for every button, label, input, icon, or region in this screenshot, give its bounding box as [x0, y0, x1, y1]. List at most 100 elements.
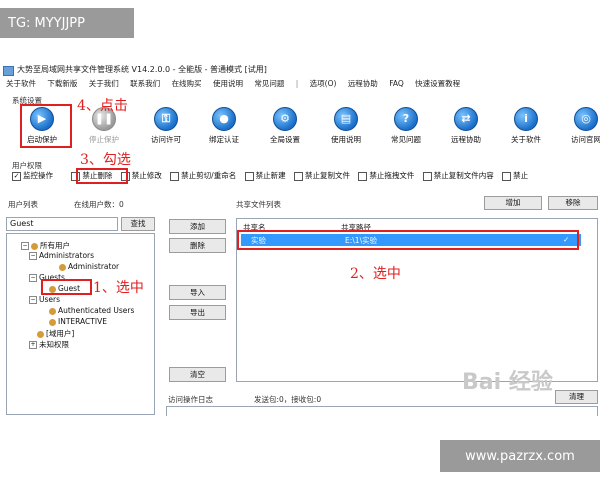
annotation-box-start [20, 104, 72, 148]
log-clear-button[interactable]: 清理 [555, 390, 598, 404]
group-icon [31, 242, 38, 250]
shared-files-label: 共享文件列表 [236, 200, 281, 209]
perm-no-cut-rename-checkbox[interactable]: 禁止剪切/重命名 [170, 170, 236, 181]
perm-no-cut-rename-label: 禁止剪切/重命名 [181, 171, 237, 180]
baidu-watermark: Bai 经验 [462, 370, 553, 395]
lock-icon: ● [212, 107, 236, 131]
user-icon [49, 318, 56, 326]
perm-no-drag-checkbox[interactable]: 禁止拖拽文件 [358, 170, 414, 181]
import-button[interactable]: 导入 [169, 285, 226, 300]
website-label-badge: www.pazrzx.com [440, 440, 600, 472]
menu-faq[interactable]: FAQ [389, 79, 404, 88]
menu-contact[interactable]: 联系我们 [130, 79, 160, 88]
checkbox-unchecked [358, 171, 368, 181]
annotation-step1: 1、选中 [93, 280, 144, 296]
expand-icon: + [29, 341, 37, 349]
tree-unknown-perm[interactable]: + 未知权限 [29, 339, 69, 350]
annotation-box-guest [41, 279, 92, 295]
info-icon: i [514, 107, 538, 131]
bind-auth-button[interactable]: ● 绑定认证 [194, 103, 254, 151]
remote-icon: ⇄ [454, 107, 478, 131]
collapse-icon: − [29, 296, 37, 304]
tree-unknown-perm-label: 未知权限 [39, 340, 69, 349]
checkbox-checked: ✓ [12, 171, 21, 181]
tree-administrator-label: Administrator [68, 262, 120, 271]
log-list [166, 406, 598, 416]
delete-user-button[interactable]: 删除 [169, 238, 226, 253]
menu-manual[interactable]: 使用说明 [213, 79, 243, 88]
checkbox-unchecked [170, 171, 180, 181]
annotation-step2: 2、选中 [350, 266, 401, 282]
perm-no-create-checkbox[interactable]: 禁止新建 [244, 170, 286, 181]
gear-icon: ⚙ [273, 107, 297, 131]
menu-faq-cn[interactable]: 常见问题 [254, 79, 284, 88]
annotation-step4: 4、点击 [77, 98, 128, 114]
menu-quick-setup[interactable]: 快速设置教程 [415, 79, 460, 88]
tree-users[interactable]: − Users [29, 295, 60, 304]
tree-administrators[interactable]: − Administrators [29, 251, 94, 260]
perm-monitor-checkbox[interactable]: ✓ 监控操作 [12, 170, 53, 181]
menu-separator: | [295, 79, 299, 88]
app-icon [3, 66, 14, 76]
menu-remote[interactable]: 远程协助 [348, 79, 378, 88]
remote-assist-button[interactable]: ⇄ 远程协助 [436, 103, 496, 151]
perm-no-copy-content-checkbox[interactable]: 禁止复制文件内容 [422, 170, 494, 181]
tree-authenticated-users[interactable]: Authenticated Users [49, 306, 134, 315]
perm-no-create-label: 禁止新建 [255, 171, 286, 180]
globe-icon: ◎ [574, 107, 598, 131]
title-bar: 大势至局域网共享文件管理系统 V14.2.0.0 - 全能版 - 普通模式 [试… [0, 64, 600, 77]
website-button[interactable]: ◎ 访问官网 [556, 103, 600, 151]
menu-about-software[interactable]: 关于软件 [6, 79, 36, 88]
tree-authenticated-users-label: Authenticated Users [58, 306, 135, 315]
perm-no-copy-label: 禁止复制文件 [304, 171, 350, 180]
menu-options[interactable]: 选项(O) [310, 79, 337, 88]
export-button[interactable]: 导出 [169, 305, 226, 320]
log-label: 访问操作日志 [168, 395, 213, 404]
search-input-value: Guest [10, 219, 34, 228]
perm-no-drag-label: 禁止拖拽文件 [369, 171, 415, 180]
menu-about-us[interactable]: 关于我们 [89, 79, 119, 88]
tree-domain-users-label: [域用户] [46, 329, 75, 338]
tree-interactive[interactable]: INTERACTIVE [49, 317, 107, 326]
search-button[interactable]: 查找 [121, 217, 155, 231]
annotation-step3: 3、勾选 [80, 152, 131, 168]
about-button[interactable]: i 关于软件 [496, 103, 556, 151]
collapse-icon: − [29, 252, 37, 260]
key-icon: ⚿ [154, 107, 178, 131]
perm-no-modify-label: 禁止修改 [131, 171, 162, 180]
clear-button[interactable]: 清空 [169, 367, 226, 382]
checkbox-unchecked [422, 171, 432, 181]
user-tree: − 所有用户 − Administrators Administrator − Gue… [6, 233, 155, 415]
faq-button[interactable]: ? 常见问题 [376, 103, 436, 151]
add-share-button[interactable]: 增加 [484, 196, 542, 210]
menu-buy[interactable]: 在线购买 [172, 79, 202, 88]
perm-no-copy-content-label: 禁止复制文件内容 [433, 171, 494, 180]
stop-protection-label: 停止保护 [89, 135, 119, 144]
tree-all-users[interactable]: − 所有用户 [21, 240, 70, 251]
checkbox-unchecked [502, 171, 512, 181]
collapse-icon: − [21, 242, 29, 250]
log-stats: 发送包:0，接收包:0 [254, 395, 322, 404]
remove-share-button[interactable]: 移除 [548, 196, 598, 210]
manual-button[interactable]: ▤ 使用说明 [316, 103, 376, 151]
menu-download[interactable]: 下载新版 [47, 79, 77, 88]
manual-label: 使用说明 [331, 135, 361, 144]
tree-all-users-label: 所有用户 [40, 241, 70, 250]
perm-no-copy-checkbox[interactable]: 禁止复制文件 [293, 170, 350, 181]
tree-domain-users[interactable]: [域用户] [37, 328, 74, 339]
online-users-count: 在线用户数：0 [74, 200, 124, 209]
add-user-button[interactable]: 添加 [169, 219, 226, 234]
bind-auth-label: 绑定认证 [209, 135, 239, 144]
tree-administrator[interactable]: Administrator [59, 262, 119, 271]
perm-more-checkbox[interactable]: 禁止 [502, 170, 528, 181]
checkbox-unchecked [293, 171, 303, 181]
access-permission-button[interactable]: ⚿ 访问许可 [136, 103, 196, 151]
user-icon [49, 307, 56, 315]
tree-administrators-label: Administrators [39, 251, 95, 260]
user-search-input[interactable]: Guest [6, 217, 118, 231]
website-label: 访问官网 [571, 135, 600, 144]
annotation-box-share-row [237, 230, 579, 250]
user-icon [37, 330, 44, 338]
user-icon [59, 263, 66, 271]
global-settings-button[interactable]: ⚙ 全局设置 [255, 103, 315, 151]
